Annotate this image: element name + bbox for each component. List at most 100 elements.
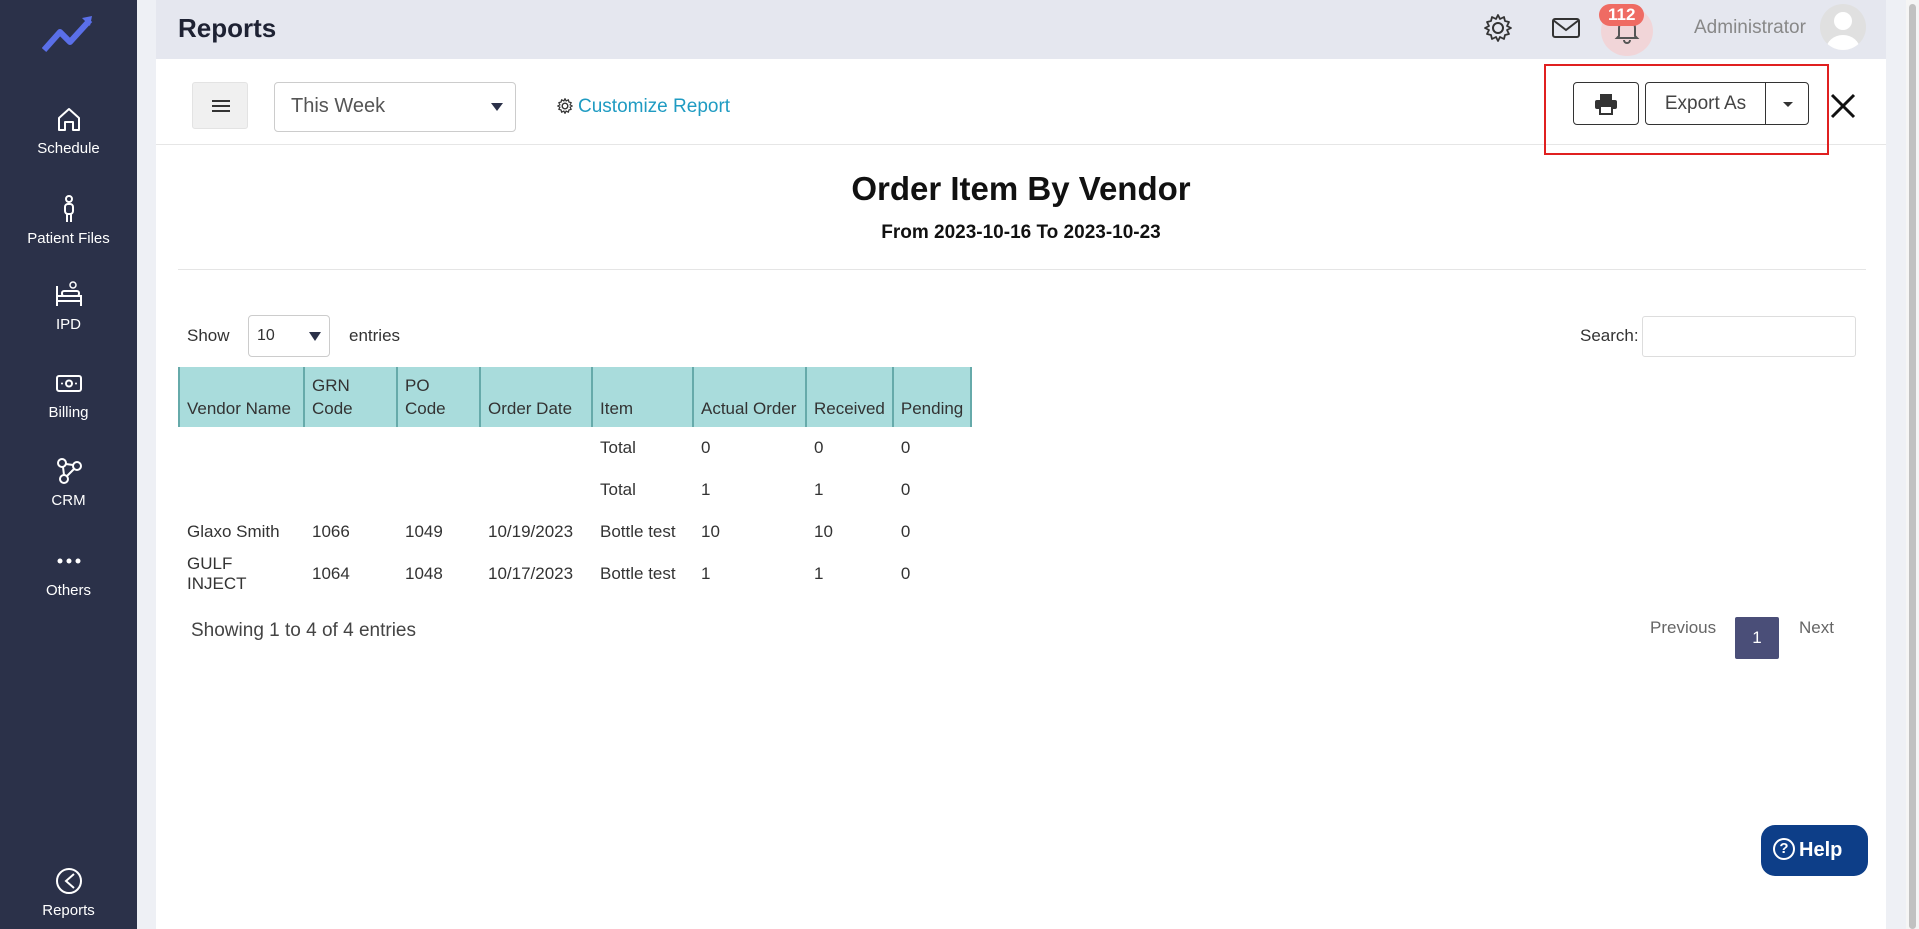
avatar[interactable] xyxy=(1820,4,1866,50)
table-header-row: Vendor Name GRN Code PO Code Order Date … xyxy=(178,367,973,427)
table-cell: 10/19/2023 xyxy=(488,522,574,541)
table-cell: GULF INJECT xyxy=(187,554,247,593)
table-cell: 10/17/2023 xyxy=(488,564,574,583)
help-label: Help xyxy=(1799,839,1843,861)
logo-icon[interactable] xyxy=(42,14,94,54)
table-row: Glaxo Smith 1066 1049 10/19/2023 Bottle … xyxy=(179,511,971,553)
table-cell: 1 xyxy=(814,564,824,583)
table-cell: 0 xyxy=(814,438,824,457)
entries-label: entries xyxy=(349,326,401,345)
sidebar-item-crm[interactable]: CRM xyxy=(0,456,137,509)
table-cell: 0 xyxy=(900,438,911,457)
help-button[interactable]: ? Help xyxy=(1761,825,1868,876)
sidebar-item-patient-files[interactable]: Patient Files xyxy=(0,194,137,247)
column-header-item[interactable]: Item xyxy=(591,367,694,427)
notification-badge: 112 xyxy=(1599,4,1645,26)
column-header-pending[interactable]: Pending xyxy=(891,367,973,427)
period-select-value: This Week xyxy=(291,95,386,117)
table-cell: Bottle test xyxy=(600,522,676,541)
main-panel: Reports 112 Administrator This Week Cust… xyxy=(156,0,1886,929)
entries-select-value: 10 xyxy=(257,327,275,344)
user-avatar-icon xyxy=(1826,12,1860,50)
table-row: GULF INJECT 1064 1048 10/17/2023 Bottle … xyxy=(179,553,971,595)
report-date-range: From 2023-10-16 To 2023-10-23 xyxy=(881,222,1161,243)
report-table: Vendor Name GRN Code PO Code Order Date … xyxy=(178,367,973,595)
question-icon: ? xyxy=(1773,838,1795,860)
table-cell: 0 xyxy=(701,438,711,457)
pie-chart-icon xyxy=(55,868,82,894)
entries-summary: Showing 1 to 4 of 4 entries xyxy=(191,620,416,641)
sidebar-item-ipd[interactable]: IPD xyxy=(0,280,137,333)
hamburger-icon xyxy=(212,105,230,107)
period-select[interactable]: This Week xyxy=(274,82,516,132)
table-cell xyxy=(397,469,480,511)
sidebar-item-label: CRM xyxy=(51,492,86,509)
next-page-button[interactable]: Next xyxy=(1799,618,1834,638)
print-button[interactable] xyxy=(1573,82,1639,125)
sidebar-item-billing[interactable]: Billing xyxy=(0,368,137,421)
chevron-down-icon xyxy=(309,332,321,341)
table-cell xyxy=(397,427,480,469)
bed-icon xyxy=(55,281,82,306)
top-bar: Reports 112 Administrator xyxy=(156,0,1886,59)
table-cell: Bottle test xyxy=(600,564,676,583)
table-cell: Glaxo Smith xyxy=(187,522,280,541)
hamburger-icon xyxy=(212,110,230,112)
table-row: Total 1 1 0 xyxy=(179,469,971,511)
report-toolbar: This Week Customize Report Export As xyxy=(156,59,1886,155)
column-header-grn-code[interactable]: GRN Code xyxy=(303,367,398,427)
menu-button[interactable] xyxy=(192,82,248,129)
scrollbar[interactable] xyxy=(1906,0,1919,929)
scrollbar-thumb[interactable] xyxy=(1909,4,1916,929)
show-label: Show xyxy=(187,326,230,345)
customize-report-link[interactable]: Customize Report xyxy=(556,96,730,118)
sidebar-item-label: Schedule xyxy=(37,140,100,157)
search-label: Search: xyxy=(1580,326,1639,345)
sidebar: Schedule Patient Files IPD Billing CRM O… xyxy=(0,0,137,929)
previous-page-button[interactable]: Previous xyxy=(1650,618,1716,638)
table-cell: 0 xyxy=(900,480,911,499)
column-header-po-code[interactable]: PO Code xyxy=(396,367,481,427)
sidebar-item-label: Reports xyxy=(42,902,95,919)
column-header-order-date[interactable]: Order Date xyxy=(479,367,593,427)
sidebar-item-label: Patient Files xyxy=(27,230,110,247)
table-cell: 0 xyxy=(900,564,911,583)
customize-report-label: Customize Report xyxy=(578,96,731,117)
export-as-button[interactable]: Export As xyxy=(1645,82,1766,125)
more-icon xyxy=(57,558,80,564)
table-cell: 0 xyxy=(900,522,911,541)
sidebar-item-label: Others xyxy=(45,582,91,599)
table-row: Total 0 0 0 xyxy=(179,427,971,469)
table-cell: Total xyxy=(600,438,636,457)
user-name[interactable]: Administrator xyxy=(1694,17,1806,39)
table-cell: 1064 xyxy=(312,564,350,583)
column-header-actual-order[interactable]: Actual Order xyxy=(692,367,807,427)
table-cell: 1 xyxy=(701,564,711,583)
home-icon xyxy=(57,108,80,131)
mail-icon[interactable] xyxy=(1550,12,1582,44)
chevron-down-icon xyxy=(491,103,503,111)
table-cell: 10 xyxy=(814,522,833,541)
entries-select[interactable]: 10 xyxy=(248,315,330,357)
table-cell: 1 xyxy=(814,480,824,499)
table-cell: 1066 xyxy=(312,522,350,541)
gear-icon[interactable] xyxy=(1482,12,1514,44)
sidebar-item-label: IPD xyxy=(55,316,81,333)
cash-icon xyxy=(55,375,82,392)
hamburger-icon xyxy=(212,100,230,102)
close-icon[interactable] xyxy=(1829,92,1857,120)
page-1-button[interactable]: 1 xyxy=(1735,617,1779,659)
sidebar-item-schedule[interactable]: Schedule xyxy=(0,104,137,157)
person-icon xyxy=(63,195,74,222)
table-cell: 10 xyxy=(701,522,720,541)
table-cell xyxy=(304,427,397,469)
search-input[interactable] xyxy=(1642,316,1856,357)
sidebar-item-others[interactable]: Others xyxy=(0,546,137,599)
table-cell xyxy=(480,469,592,511)
export-dropdown-toggle[interactable] xyxy=(1765,82,1809,125)
sidebar-item-reports[interactable]: Reports xyxy=(0,866,137,919)
column-header-vendor-name[interactable]: Vendor Name xyxy=(178,367,305,427)
table-cell xyxy=(304,469,397,511)
table-cell: 1049 xyxy=(405,522,443,541)
column-header-received[interactable]: Received xyxy=(805,367,894,427)
